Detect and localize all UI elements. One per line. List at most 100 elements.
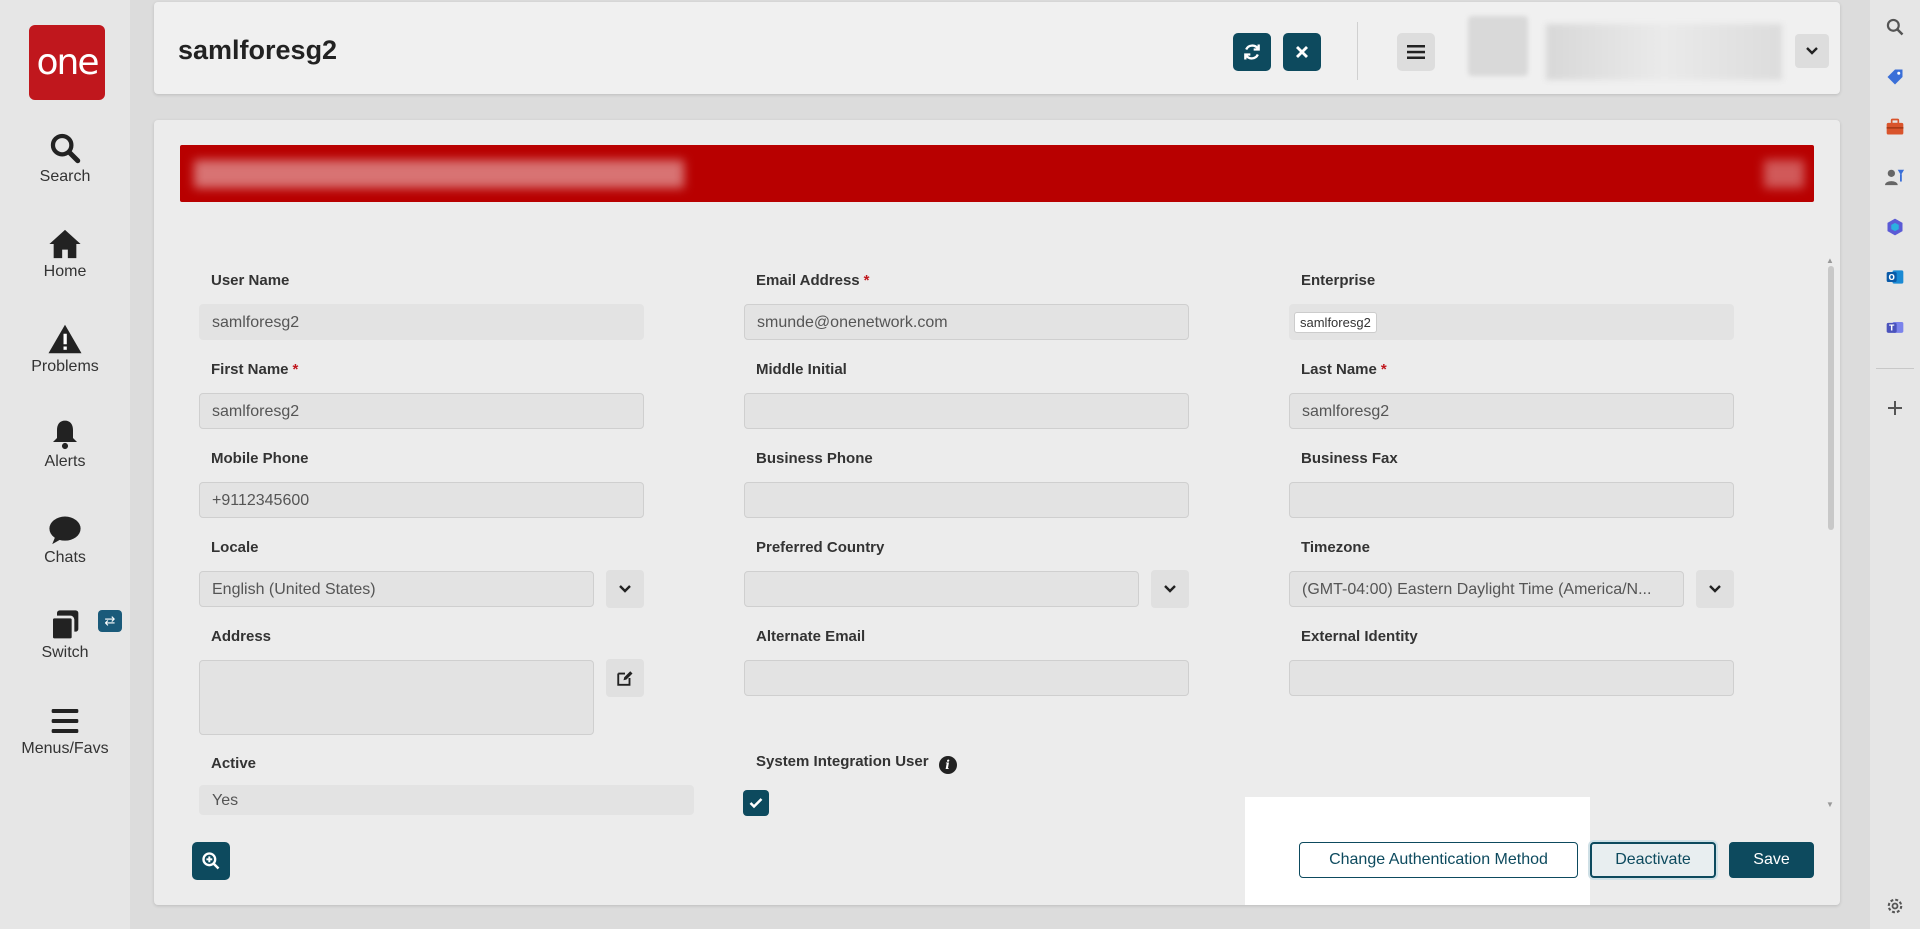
chevron-down-icon	[1164, 585, 1176, 593]
locale-select[interactable]: English (United States)	[199, 571, 594, 607]
nav-home-label: Home	[43, 263, 87, 280]
checkmark-icon	[749, 798, 763, 809]
deactivate-button[interactable]: Deactivate	[1590, 842, 1716, 878]
rail-add-icon[interactable]	[1883, 396, 1907, 420]
change-authentication-method-button[interactable]: Change Authentication Method	[1299, 842, 1578, 878]
enterprise-chip: samlforesg2	[1294, 312, 1377, 333]
user-name-label: User Name	[211, 272, 290, 289]
search-icon	[50, 133, 81, 164]
rail-tag-icon[interactable]	[1883, 65, 1907, 89]
scroll-down-icon[interactable]: ▼	[1826, 800, 1834, 809]
first-name-field[interactable]: samlforesg2	[199, 393, 644, 429]
nav-menus-favs[interactable]: Menus/Favs	[0, 705, 130, 758]
rail-teams-icon[interactable]: T	[1883, 315, 1907, 339]
home-icon	[49, 229, 81, 259]
middle-initial-field[interactable]	[744, 393, 1189, 429]
scroll-up-icon[interactable]: ▲	[1826, 256, 1834, 265]
one-logo[interactable]: one	[29, 25, 105, 100]
nav-chats[interactable]: Chats	[0, 514, 130, 567]
email-field[interactable]: smunde@onenetwork.com	[744, 304, 1189, 340]
active-field: Yes	[199, 785, 694, 815]
external-identity-label: External Identity	[1301, 628, 1418, 645]
edit-icon	[617, 671, 633, 686]
rail-briefcase-icon[interactable]	[1883, 115, 1907, 139]
required-marker: *	[1380, 361, 1387, 378]
zoom-in-icon	[202, 852, 220, 870]
left-nav: one Search Home Problems Alerts Chats Sw…	[0, 0, 130, 929]
banner-close-redacted	[1764, 160, 1804, 188]
chevron-down-icon	[619, 585, 631, 593]
nav-problems-label: Problems	[31, 358, 99, 375]
timezone-dropdown-button[interactable]	[1696, 570, 1734, 608]
nav-search-label: Search	[39, 168, 91, 185]
avatar[interactable]	[1468, 16, 1528, 76]
user-name-field: samlforesg2	[199, 304, 644, 340]
header-divider	[1357, 22, 1358, 80]
required-marker: *	[292, 361, 299, 378]
save-button[interactable]: Save	[1729, 842, 1814, 878]
last-name-field[interactable]: samlforesg2	[1289, 393, 1734, 429]
header-bar: samlforesg2	[154, 2, 1840, 94]
system-integration-user-checkbox[interactable]	[743, 790, 769, 816]
banner-text-redacted	[194, 160, 684, 188]
info-icon[interactable]: i	[938, 756, 957, 774]
close-icon	[1296, 46, 1308, 58]
preferred-country-dropdown-button[interactable]	[1151, 570, 1189, 608]
business-phone-label: Business Phone	[756, 450, 873, 467]
hamburger-icon	[1407, 45, 1425, 59]
zoom-in-button[interactable]	[192, 842, 230, 880]
switch-arrows-icon[interactable]: ⇄	[98, 610, 122, 632]
rail-outlook-icon[interactable]: O	[1883, 265, 1907, 289]
nav-problems[interactable]: Problems	[0, 323, 130, 376]
page-title: samlforesg2	[178, 35, 338, 65]
user-info-redacted	[1546, 24, 1782, 80]
rail-divider	[1876, 368, 1914, 369]
business-fax-field[interactable]	[1289, 482, 1734, 518]
timezone-select[interactable]: (GMT-04:00) Eastern Daylight Time (Ameri…	[1289, 571, 1684, 607]
edit-address-button[interactable]	[606, 659, 644, 697]
user-detail-panel: User Name samlforesg2 Email Address * smu…	[154, 120, 1840, 905]
system-integration-user-label: System Integration User i	[756, 753, 957, 774]
alternate-email-field[interactable]	[744, 660, 1189, 696]
preferred-country-select[interactable]	[744, 571, 1139, 607]
locale-dropdown-button[interactable]	[606, 570, 644, 608]
chevron-down-icon	[1806, 47, 1818, 55]
svg-text:T: T	[1889, 323, 1895, 332]
chevron-down-icon	[1709, 585, 1721, 593]
address-field[interactable]	[199, 660, 594, 735]
nav-chats-label: Chats	[44, 549, 86, 566]
rail-search-icon[interactable]	[1883, 15, 1907, 39]
mobile-phone-label: Mobile Phone	[211, 450, 309, 467]
refresh-icon	[1244, 44, 1260, 60]
scrollbar-thumb[interactable]	[1828, 266, 1834, 530]
user-dropdown-button[interactable]	[1795, 34, 1829, 68]
svg-text:O: O	[1888, 273, 1894, 282]
enterprise-field: samlforesg2	[1289, 304, 1734, 340]
required-marker: *	[863, 272, 870, 289]
nav-home[interactable]: Home	[0, 228, 130, 281]
address-label: Address	[211, 628, 272, 645]
rail-settings-icon[interactable]	[1883, 894, 1907, 918]
nav-alerts-label: Alerts	[44, 453, 86, 470]
hamburger-menu-button[interactable]	[1397, 33, 1435, 71]
bell-icon	[53, 420, 77, 450]
mobile-phone-field[interactable]: +9112345600	[199, 482, 644, 518]
email-label: Email Address *	[756, 272, 870, 289]
switch-icon	[50, 610, 79, 641]
business-phone-field[interactable]	[744, 482, 1189, 518]
last-name-label: Last Name *	[1301, 361, 1387, 378]
rail-copilot-icon[interactable]	[1883, 215, 1907, 239]
rail-people-icon[interactable]	[1883, 165, 1907, 189]
external-identity-field[interactable]	[1289, 660, 1734, 696]
active-label: Active	[211, 755, 257, 772]
nav-search[interactable]: Search	[0, 131, 130, 186]
locale-label: Locale	[211, 539, 259, 556]
warning-icon	[48, 324, 82, 354]
nav-alerts[interactable]: Alerts	[0, 418, 130, 471]
middle-initial-label: Middle Initial	[756, 361, 847, 378]
refresh-button[interactable]	[1233, 33, 1271, 71]
timezone-label: Timezone	[1301, 539, 1370, 556]
close-button[interactable]	[1283, 33, 1321, 71]
right-app-rail: O T	[1870, 0, 1920, 929]
business-fax-label: Business Fax	[1301, 450, 1398, 467]
